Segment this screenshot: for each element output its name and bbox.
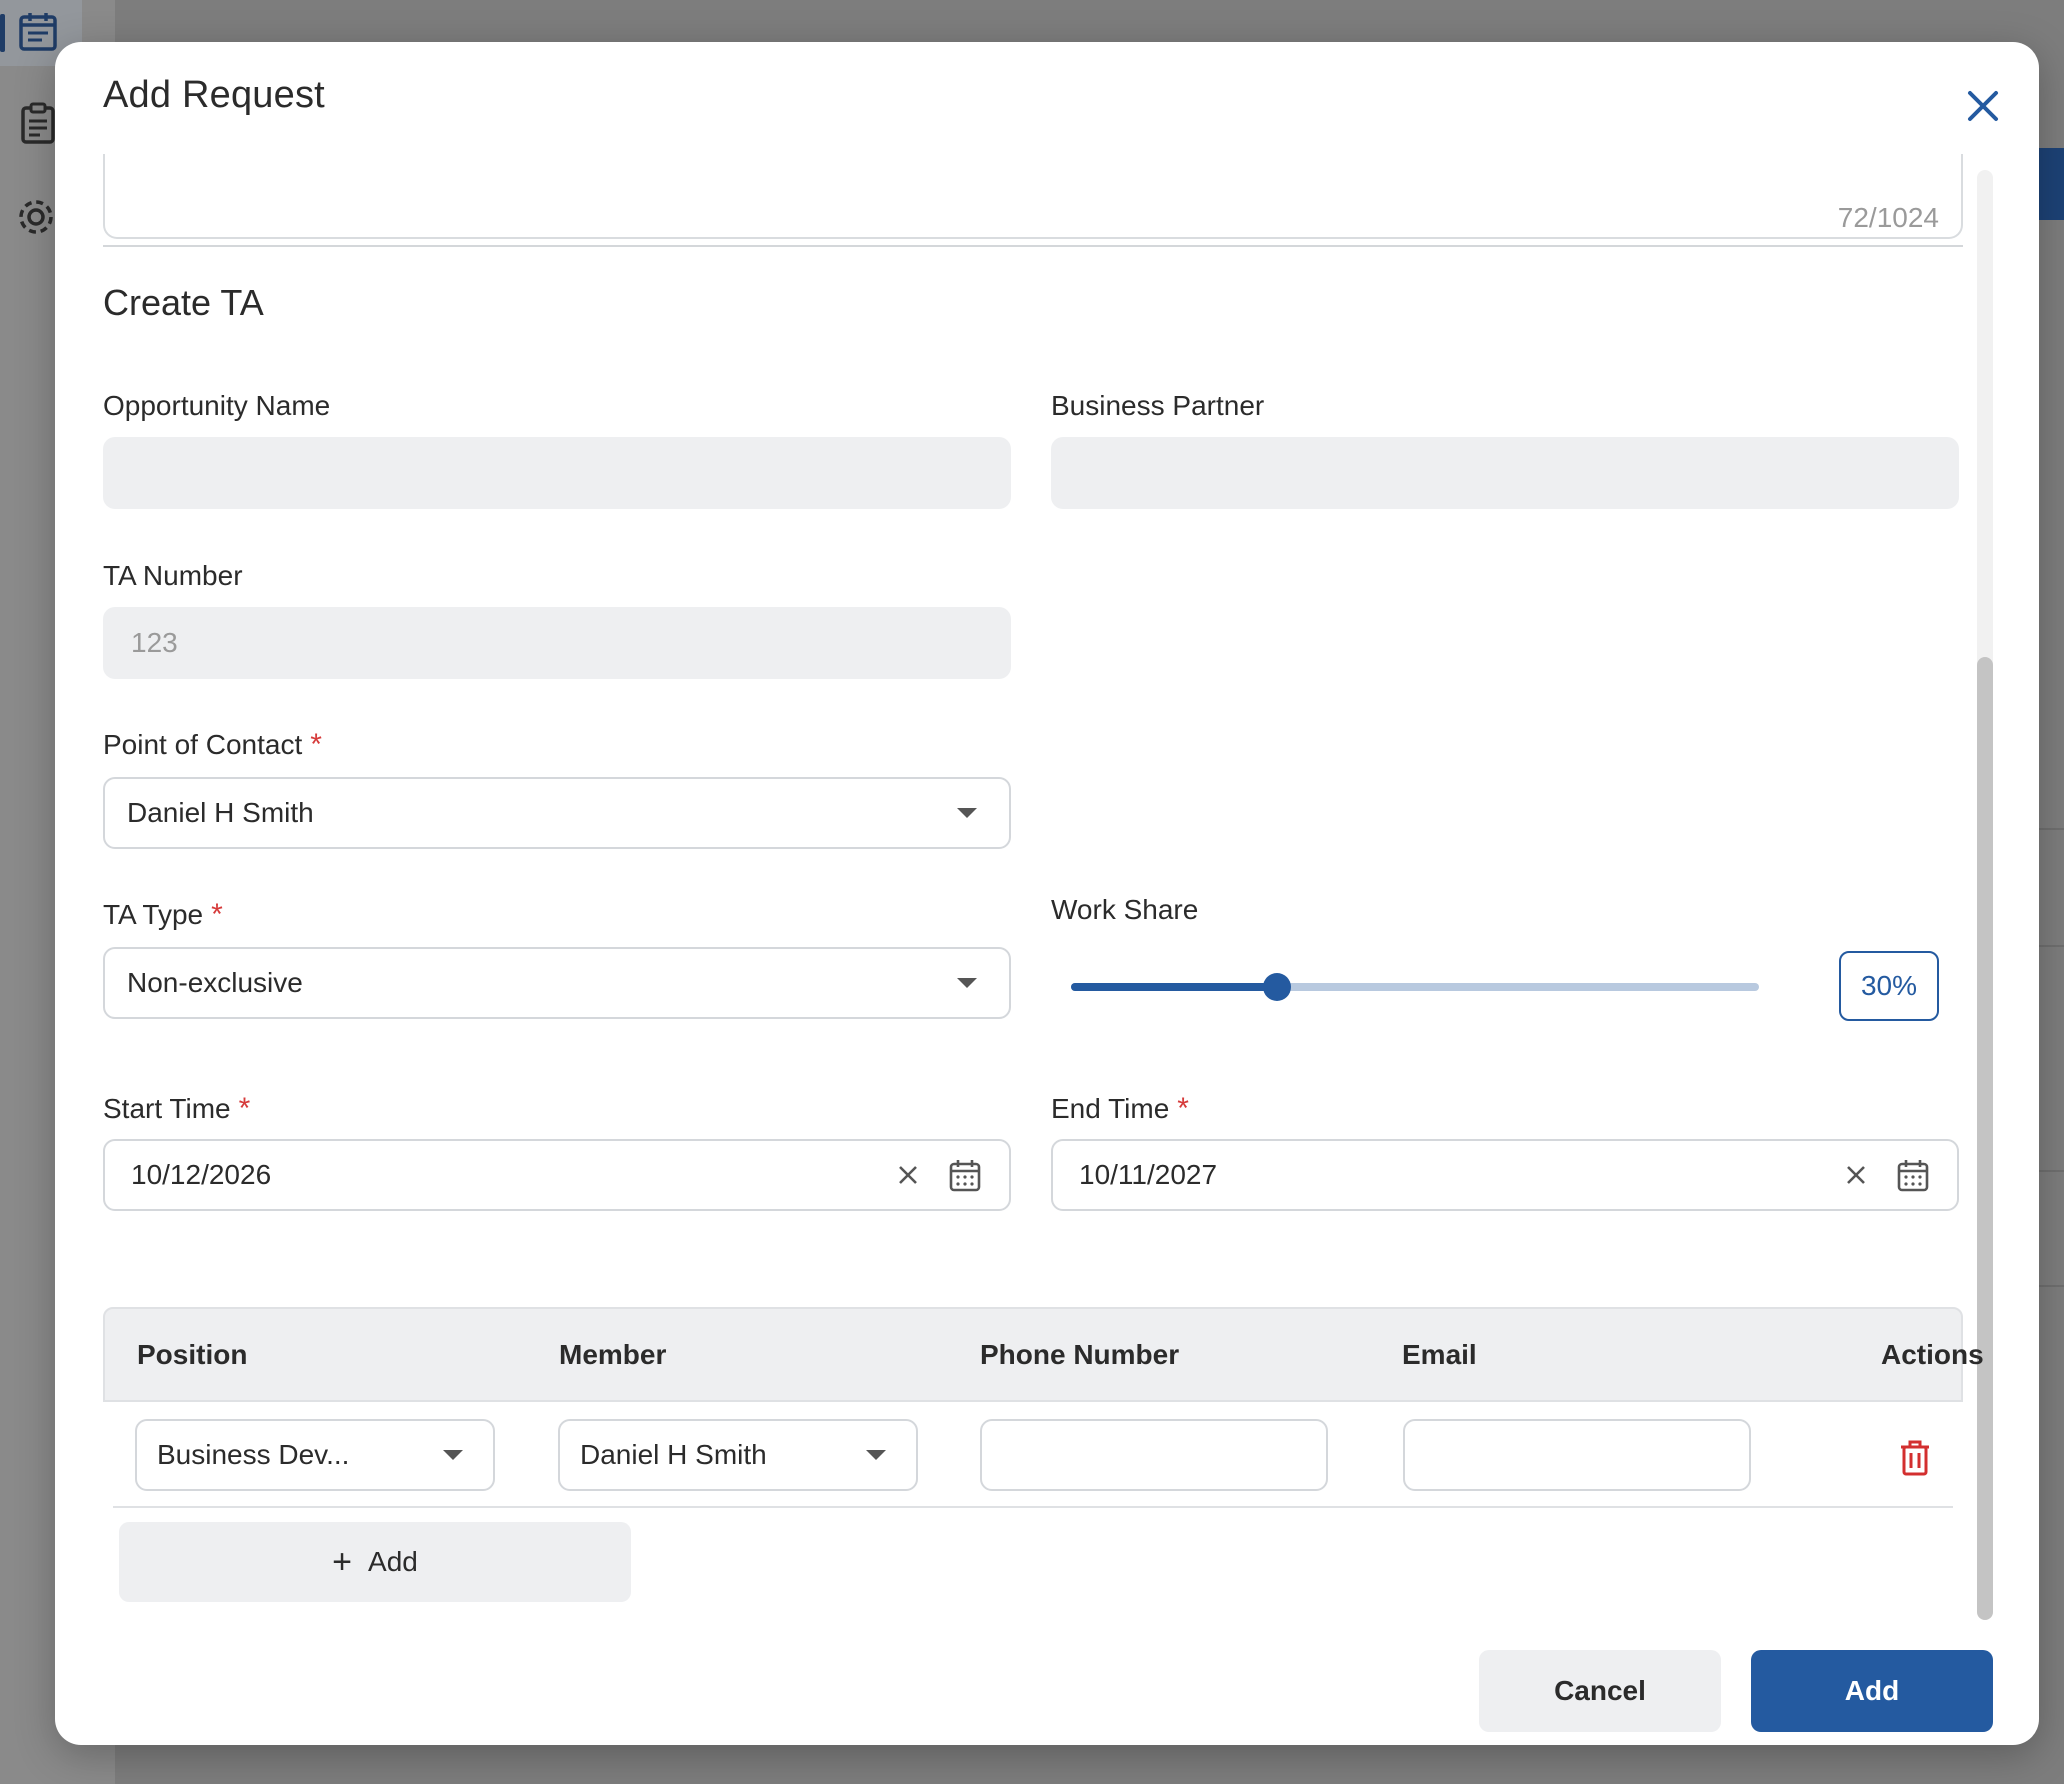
clear-icon[interactable] xyxy=(1841,1160,1871,1190)
slider-fill xyxy=(1071,983,1278,991)
gear-nav-icon xyxy=(14,195,58,239)
clear-icon[interactable] xyxy=(893,1160,923,1190)
table-row: Business Dev... Daniel H Smith xyxy=(113,1402,1953,1508)
column-header-phone: Phone Number xyxy=(980,1339,1180,1370)
point-of-contact-select[interactable]: Daniel H Smith xyxy=(103,777,1011,849)
point-of-contact-label-text: Point of Contact xyxy=(103,729,303,760)
chevron-down-icon xyxy=(957,808,977,818)
ta-type-select[interactable]: Non-exclusive xyxy=(103,947,1011,1019)
cancel-button[interactable]: Cancel xyxy=(1479,1650,1721,1732)
work-share-value-input[interactable]: 30% xyxy=(1839,951,1939,1021)
close-button[interactable] xyxy=(1955,78,2011,134)
end-time-value: 10/11/2027 xyxy=(1079,1159,1218,1190)
description-textarea[interactable] xyxy=(103,154,1963,239)
column-header-email: Email xyxy=(1402,1339,1477,1370)
business-partner-field[interactable] xyxy=(1051,437,1959,509)
character-counter: 72/1024 xyxy=(1837,202,1939,233)
required-marker: * xyxy=(211,898,223,931)
member-value: Daniel H Smith xyxy=(580,1439,767,1470)
point-of-contact-label: Point of Contact * xyxy=(103,728,322,762)
delete-row-button[interactable] xyxy=(1895,1438,1935,1478)
plus-icon: + xyxy=(332,1542,353,1581)
sidebar-active-indicator xyxy=(0,14,5,52)
column-header-position: Position xyxy=(137,1339,248,1370)
member-select[interactable]: Daniel H Smith xyxy=(558,1419,918,1491)
calendar-icon[interactable] xyxy=(947,1157,983,1193)
phone-number-input[interactable] xyxy=(980,1419,1328,1491)
position-value: Business Dev... xyxy=(157,1439,350,1470)
dialog-title: Add Request xyxy=(103,74,325,116)
start-time-label: Start Time * xyxy=(103,1092,250,1126)
table-header: Position Member Phone Number Email Actio… xyxy=(103,1307,1984,1402)
ta-type-label-text: TA Type xyxy=(103,899,204,930)
chevron-down-icon xyxy=(957,978,977,988)
end-time-picker[interactable]: 10/11/2027 xyxy=(1051,1139,1959,1211)
chevron-down-icon xyxy=(866,1450,886,1460)
required-marker: * xyxy=(310,728,322,761)
required-marker: * xyxy=(238,1092,251,1125)
end-time-label: End Time * xyxy=(1051,1092,1189,1126)
opportunity-name-field[interactable] xyxy=(103,437,1011,509)
ta-type-value: Non-exclusive xyxy=(127,967,303,998)
point-of-contact-value: Daniel H Smith xyxy=(127,797,314,828)
work-share-label: Work Share xyxy=(1051,894,1199,925)
calendar-icon[interactable] xyxy=(1895,1157,1931,1193)
add-button[interactable]: Add xyxy=(1751,1650,1993,1732)
email-input[interactable] xyxy=(1403,1419,1751,1491)
business-partner-label: Business Partner xyxy=(1051,390,1265,421)
ta-number-field: 123 xyxy=(103,607,1011,679)
ta-number-label: TA Number xyxy=(103,560,243,591)
end-time-label-text: End Time xyxy=(1051,1093,1170,1124)
close-icon xyxy=(1966,89,2000,123)
start-time-label-text: Start Time xyxy=(103,1093,231,1124)
trash-icon xyxy=(1895,1438,1935,1478)
section-title: Create TA xyxy=(103,282,264,323)
add-row-button[interactable]: + Add xyxy=(119,1522,631,1602)
column-header-member: Member xyxy=(559,1339,667,1370)
position-select[interactable]: Business Dev... xyxy=(135,1419,495,1491)
add-row-label: Add xyxy=(368,1546,418,1577)
opportunity-name-label: Opportunity Name xyxy=(103,390,331,421)
calendar-nav-icon xyxy=(16,10,60,54)
column-header-actions: Actions xyxy=(1881,1339,1984,1370)
scrollbar-thumb[interactable] xyxy=(1977,657,1993,1620)
start-time-picker[interactable]: 10/12/2026 xyxy=(103,1139,1011,1211)
slider-thumb[interactable] xyxy=(1263,973,1292,1001)
chevron-down-icon xyxy=(443,1450,463,1460)
section-divider xyxy=(103,245,1963,247)
ta-type-label: TA Type * xyxy=(103,898,223,932)
work-share-slider[interactable] xyxy=(1071,967,1759,1007)
required-marker: * xyxy=(1177,1092,1189,1125)
team-table: Position Member Phone Number Email Actio… xyxy=(103,1307,1984,1508)
clipboard-nav-icon xyxy=(16,102,60,146)
start-time-value: 10/12/2026 xyxy=(131,1159,272,1190)
add-request-dialog: Add Request 72/1024 Create TA Opportunit… xyxy=(55,42,2039,1745)
